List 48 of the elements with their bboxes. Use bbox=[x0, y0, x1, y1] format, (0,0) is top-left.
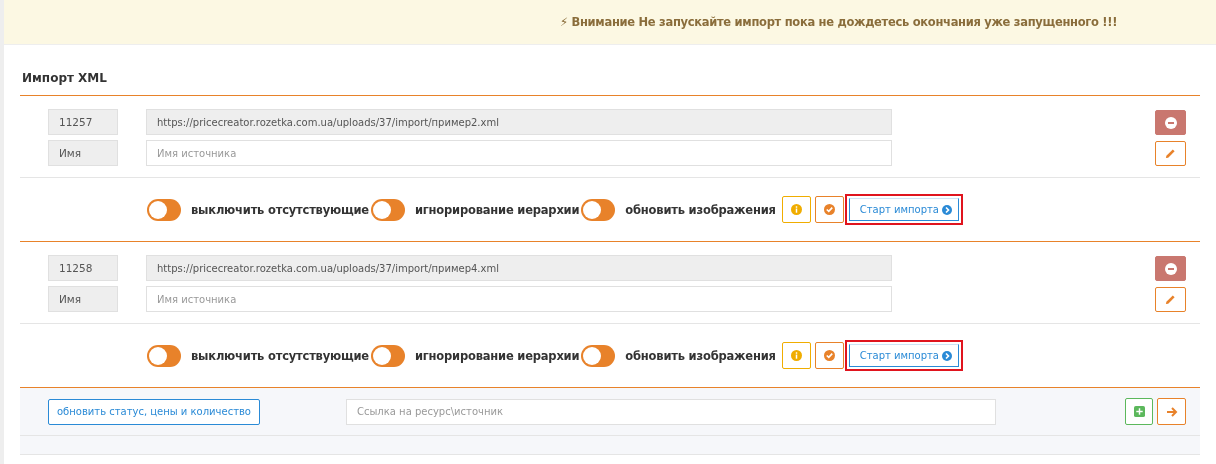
option-label: игнорирование иерархии bbox=[414, 348, 580, 363]
source-id: 11258 bbox=[48, 255, 118, 281]
name-label: Имя bbox=[48, 140, 118, 166]
check-icon bbox=[823, 204, 835, 215]
toggle-switch[interactable] bbox=[370, 198, 405, 221]
toggle-switch[interactable] bbox=[581, 198, 616, 221]
remove-button[interactable] bbox=[1155, 110, 1186, 135]
check-icon bbox=[823, 350, 835, 361]
name-label: Имя bbox=[48, 286, 118, 312]
add-button[interactable] bbox=[1125, 398, 1153, 425]
minus-icon bbox=[1164, 262, 1177, 275]
check-button[interactable] bbox=[814, 342, 844, 369]
edit-button[interactable] bbox=[1155, 287, 1186, 312]
option-label: игнорирование иерархии bbox=[414, 202, 580, 217]
url-field: https://pricecreator.rozetka.com.ua/uploads/37/import/пример4.xml bbox=[146, 255, 892, 281]
option-label: обновить изображения bbox=[625, 202, 776, 217]
arrow-right-icon bbox=[1165, 405, 1178, 418]
chevron-right-icon bbox=[942, 350, 952, 361]
check-button[interactable] bbox=[814, 196, 844, 223]
info-button[interactable] bbox=[781, 196, 811, 223]
start-import-button[interactable]: Старт импорта bbox=[848, 344, 959, 367]
minus-icon bbox=[1164, 116, 1177, 129]
chevron-right-icon bbox=[942, 204, 952, 215]
name-field[interactable]: Имя источника bbox=[146, 286, 892, 312]
link-field[interactable]: Ссылка на ресурс\источник bbox=[346, 398, 996, 425]
next-button[interactable] bbox=[1157, 398, 1186, 425]
panel-title: Импорт XML bbox=[20, 71, 1200, 96]
pencil-icon bbox=[1165, 148, 1176, 159]
pencil-icon bbox=[1165, 294, 1176, 305]
name-field[interactable]: Имя источника bbox=[146, 140, 892, 166]
plus-icon bbox=[1133, 406, 1145, 417]
info-icon bbox=[790, 204, 802, 215]
warning-text: ⚡ Внимание Не запускайте импорт пока не дождетесь окончания уже запущенного !!! bbox=[560, 15, 1118, 29]
start-import-button[interactable]: Старт импорта bbox=[848, 198, 959, 221]
toggle-switch[interactable] bbox=[147, 344, 181, 367]
toggle-switch[interactable] bbox=[581, 344, 616, 367]
remove-button[interactable] bbox=[1155, 256, 1186, 281]
url-field: https://pricecreator.rozetka.com.ua/uploads/37/import/пример2.xml bbox=[146, 109, 892, 135]
info-button[interactable] bbox=[781, 342, 811, 369]
toggle-switch[interactable] bbox=[370, 344, 405, 367]
option-label: выключить отсутствующие bbox=[191, 202, 369, 217]
edit-button[interactable] bbox=[1155, 141, 1186, 166]
info-icon bbox=[790, 350, 802, 361]
source-id: 11257 bbox=[48, 109, 118, 135]
option-label: выключить отсутствующие bbox=[191, 348, 369, 363]
toggle-switch[interactable] bbox=[147, 198, 181, 221]
option-label: обновить изображения bbox=[625, 348, 776, 363]
update-status-button[interactable]: обновить статус, цены и количество bbox=[48, 398, 260, 425]
